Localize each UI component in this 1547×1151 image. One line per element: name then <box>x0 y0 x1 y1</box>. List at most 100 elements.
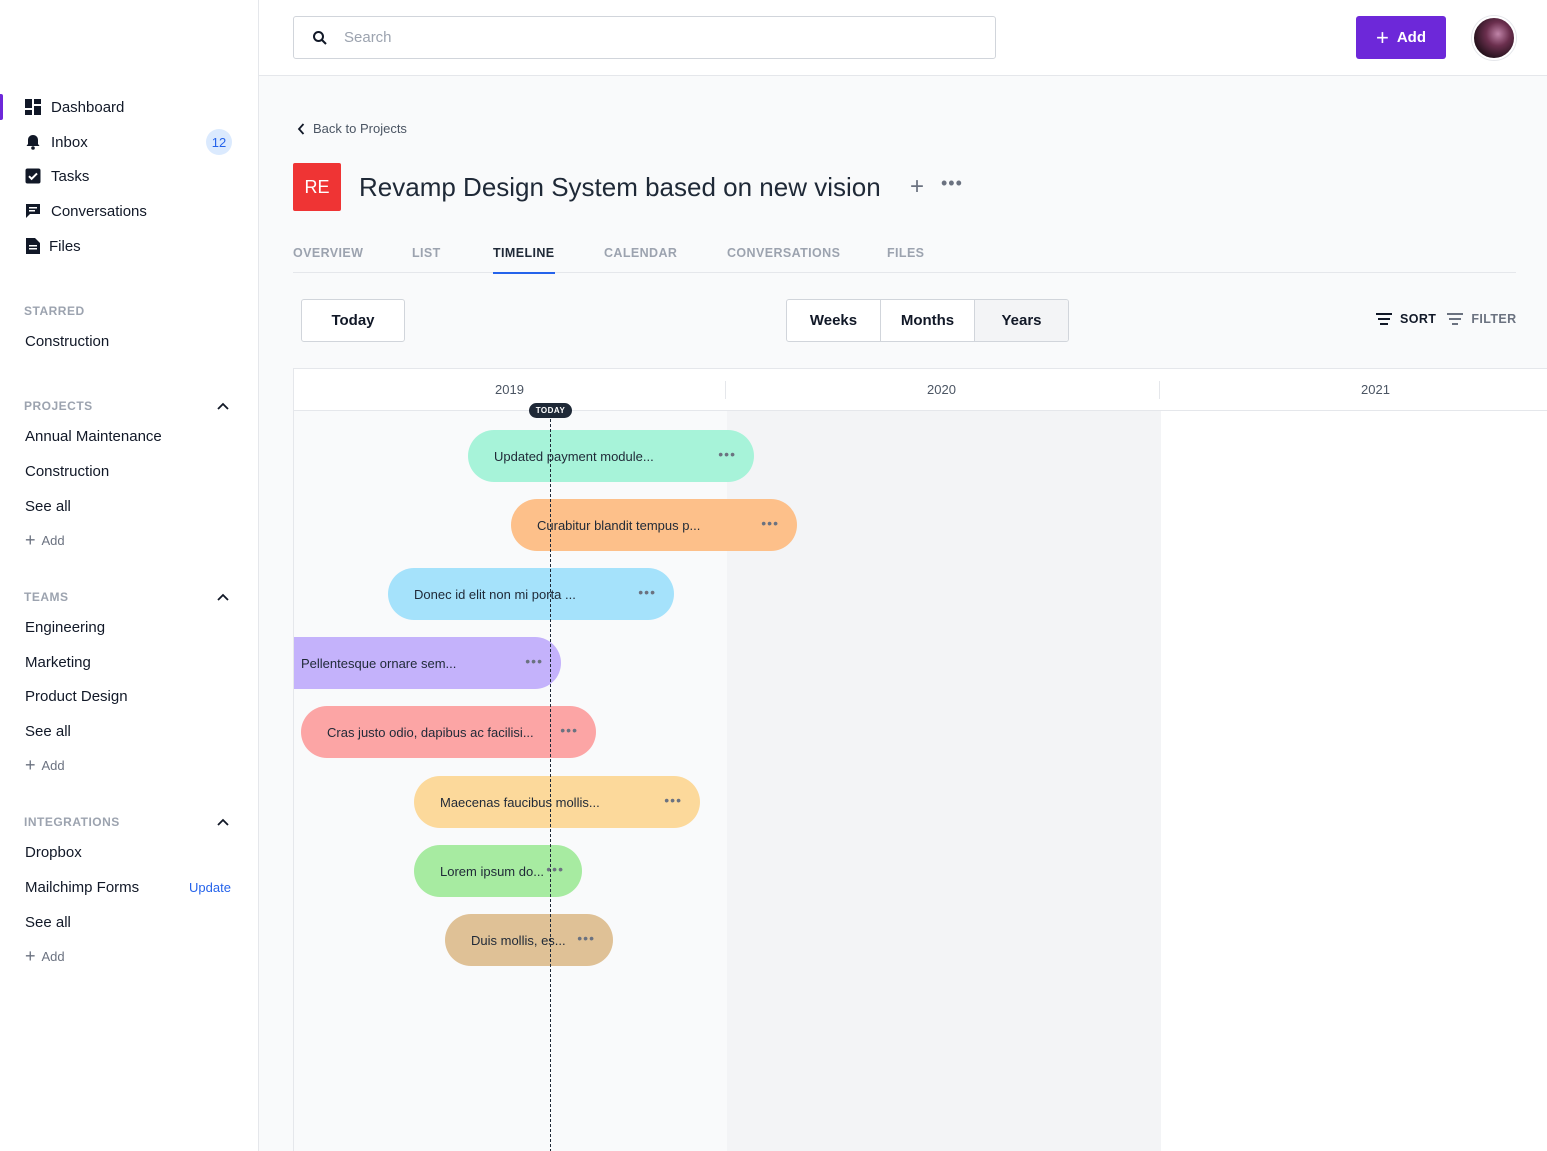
plus-icon[interactable]: + <box>910 173 924 201</box>
tab-conversations[interactable]: CONVERSATIONS <box>727 246 840 260</box>
view-switcher: Weeks Months Years <box>786 299 1069 342</box>
more-options-icon[interactable]: ••• <box>577 930 595 946</box>
user-avatar[interactable] <box>1472 16 1516 60</box>
year-divider <box>1159 381 1160 399</box>
integrations-add-button[interactable]: + Add <box>25 947 65 965</box>
chevron-up-icon[interactable] <box>215 814 231 830</box>
project-initials-icon: RE <box>293 163 341 211</box>
tab-timeline[interactable]: TIMELINE <box>493 246 555 274</box>
project-item-construction[interactable]: Construction <box>25 463 109 480</box>
more-options-icon[interactable]: ••• <box>525 653 543 669</box>
chevron-up-icon[interactable] <box>215 589 231 605</box>
tab-files[interactable]: FILES <box>887 246 924 260</box>
timeline-grid: 2019 2020 2021 Updated payment module...… <box>293 368 1547 1151</box>
checkbox-icon <box>24 167 42 185</box>
search-input[interactable] <box>344 29 964 46</box>
nav-label: Files <box>49 237 81 255</box>
view-weeks-button[interactable]: Weeks <box>787 300 881 341</box>
project-item-annual-maintenance[interactable]: Annual Maintenance <box>25 428 162 445</box>
page-title: Revamp Design System based on new vision <box>359 172 881 202</box>
year-label-2021: 2021 <box>1361 382 1390 397</box>
integration-item-mailchimp-forms[interactable]: Mailchimp Forms <box>25 879 139 896</box>
plus-icon: + <box>1375 24 1389 50</box>
sort-button[interactable]: SORT <box>1376 312 1436 326</box>
chevron-up-icon[interactable] <box>215 398 231 414</box>
year-label-2020: 2020 <box>927 382 956 397</box>
task-bar[interactable]: Updated payment module... ••• <box>468 430 754 482</box>
add-button-label: Add <box>1396 29 1427 46</box>
task-bar[interactable]: Donec id elit non mi porta ... ••• <box>388 568 674 620</box>
more-options-icon[interactable]: ••• <box>664 792 682 808</box>
more-options-icon[interactable]: ••• <box>546 861 564 877</box>
mailchimp-update-link[interactable]: Update <box>189 880 231 895</box>
add-button[interactable]: + Add <box>1356 16 1446 59</box>
integration-item-dropbox[interactable]: Dropbox <box>25 844 82 861</box>
task-bar[interactable]: Lorem ipsum do... ••• <box>414 845 582 897</box>
plus-icon: + <box>25 530 36 550</box>
nav-tasks[interactable]: Tasks <box>0 159 258 193</box>
teams-see-all[interactable]: See all <box>25 723 71 740</box>
integrations-see-all[interactable]: See all <box>25 914 71 931</box>
task-label: Curabitur blandit tempus p... <box>537 517 701 533</box>
task-label: Updated payment module... <box>494 448 654 464</box>
tab-list[interactable]: LIST <box>412 246 441 260</box>
projects-see-all[interactable]: See all <box>25 498 71 515</box>
task-bar[interactable]: Cras justo odio, dapibus ac facilisi... … <box>301 706 596 758</box>
nav-conversations[interactable]: Conversations <box>0 194 258 228</box>
starred-heading: STARRED <box>24 304 85 318</box>
nav-label: Inbox <box>51 133 88 151</box>
dashboard-icon <box>24 98 42 116</box>
project-tabs: OVERVIEW LIST TIMELINE CALENDAR CONVERSA… <box>293 238 1516 274</box>
nav-inbox[interactable]: Inbox 12 <box>0 125 258 159</box>
sort-filter-bar: SORT FILTER <box>1376 312 1517 326</box>
back-to-projects-link[interactable]: Back to Projects <box>297 121 407 136</box>
nav-dashboard[interactable]: Dashboard <box>0 90 258 124</box>
more-options-icon[interactable]: ••• <box>718 446 736 462</box>
more-options-icon[interactable]: ••• <box>941 173 963 194</box>
task-label: Cras justo odio, dapibus ac facilisi... <box>327 724 534 740</box>
plus-icon: + <box>25 755 36 775</box>
today-marker-label: TODAY <box>529 403 572 418</box>
back-label: Back to Projects <box>313 121 407 136</box>
nav-files[interactable]: Files <box>0 229 258 263</box>
topbar: + Add <box>259 0 1547 76</box>
year-divider <box>725 381 726 399</box>
bell-icon <box>24 133 42 151</box>
year-column-2021 <box>1161 411 1547 1151</box>
inbox-count-badge: 12 <box>206 129 232 155</box>
filter-label: FILTER <box>1471 312 1517 326</box>
teams-add-button[interactable]: + Add <box>25 756 65 774</box>
team-item-engineering[interactable]: Engineering <box>25 619 105 636</box>
view-months-button[interactable]: Months <box>881 300 975 341</box>
more-options-icon[interactable]: ••• <box>560 722 578 738</box>
starred-item-construction[interactable]: Construction <box>25 333 109 350</box>
more-options-icon[interactable]: ••• <box>638 584 656 600</box>
task-label: Pellentesque ornare sem... <box>301 655 457 671</box>
add-label: Add <box>41 757 65 773</box>
task-bar[interactable]: Duis mollis, es... ••• <box>445 914 613 966</box>
task-label: Donec id elit non mi porta ... <box>414 586 576 602</box>
task-bar[interactable]: Pellentesque ornare sem... ••• <box>294 637 561 689</box>
sort-label: SORT <box>1400 312 1437 326</box>
today-button[interactable]: Today <box>301 299 405 342</box>
sidebar: Dashboard Inbox 12 Tasks Conversations F… <box>0 0 259 1151</box>
chat-icon <box>24 202 42 220</box>
tab-overview[interactable]: OVERVIEW <box>293 246 363 260</box>
add-label: Add <box>41 948 65 964</box>
team-item-marketing[interactable]: Marketing <box>25 654 91 671</box>
more-options-icon[interactable]: ••• <box>761 515 779 531</box>
nav-label: Conversations <box>51 202 147 220</box>
view-years-button[interactable]: Years <box>975 300 1068 341</box>
nav-label: Tasks <box>51 167 90 185</box>
search-box[interactable] <box>293 16 996 59</box>
projects-add-button[interactable]: + Add <box>25 531 65 549</box>
projects-heading: PROJECTS <box>24 399 93 413</box>
filter-button[interactable]: FILTER <box>1447 312 1516 326</box>
task-bar[interactable]: Curabitur blandit tempus p... ••• <box>511 499 797 551</box>
tab-calendar[interactable]: CALENDAR <box>604 246 677 260</box>
task-bar[interactable]: Maecenas faucibus mollis... ••• <box>414 776 700 828</box>
today-marker-line <box>550 409 551 1151</box>
chevron-left-icon <box>297 122 305 135</box>
integrations-heading: INTEGRATIONS <box>24 815 120 829</box>
team-item-product-design[interactable]: Product Design <box>25 688 128 705</box>
